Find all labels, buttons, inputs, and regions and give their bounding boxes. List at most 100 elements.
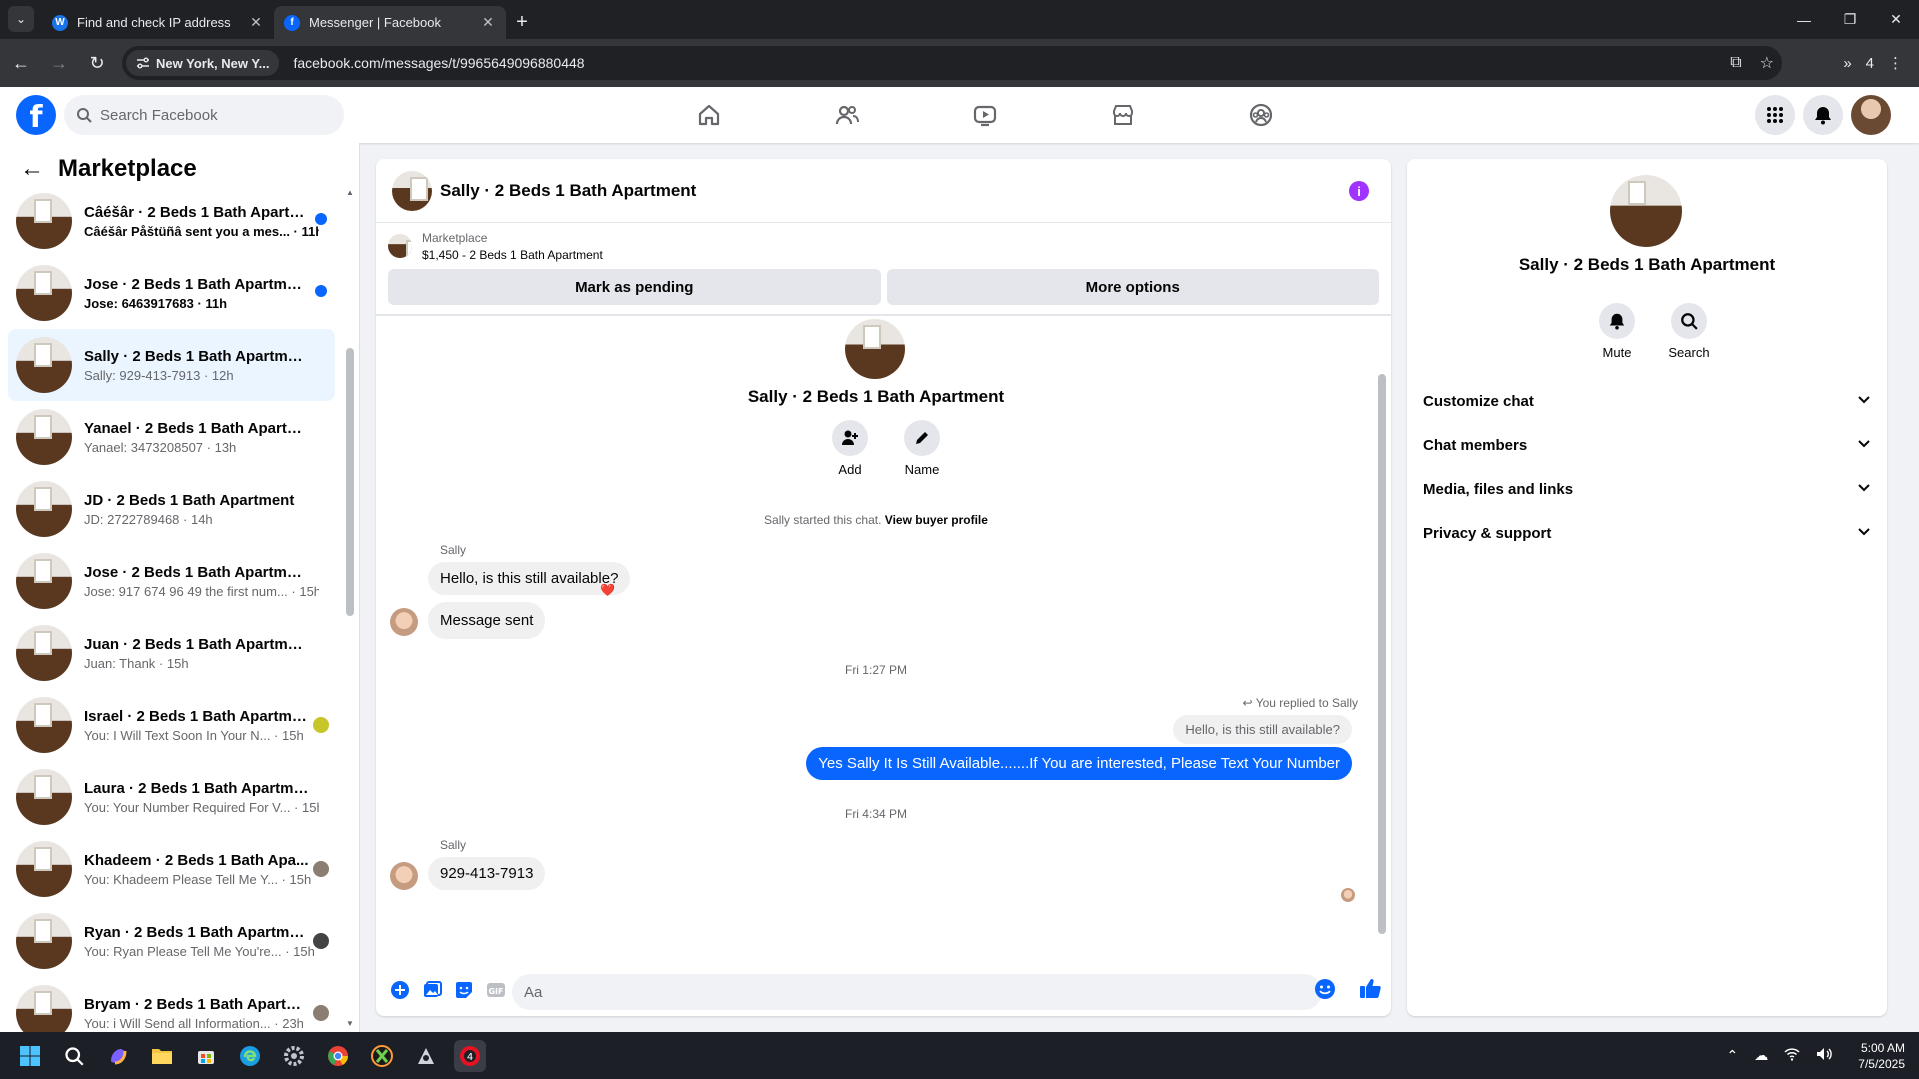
sticker-icon[interactable] bbox=[448, 974, 480, 1006]
windows-start-icon[interactable] bbox=[14, 1040, 46, 1072]
chat-title[interactable]: Sally · 2 Beds 1 Bath Apartment bbox=[440, 181, 696, 201]
list-item[interactable]: Laura · 2 Beds 1 Bath Apartment You: Your… bbox=[8, 761, 335, 833]
thumbs-up-icon[interactable] bbox=[1358, 976, 1382, 1005]
system-clock[interactable]: 5:00 AM 7/5/2025 bbox=[1858, 1040, 1905, 1072]
groups-icon[interactable] bbox=[1192, 87, 1330, 143]
kebab-menu-icon[interactable]: ⋮ bbox=[1888, 54, 1903, 72]
back-arrow-icon[interactable]: ← bbox=[20, 155, 44, 183]
active-app-icon[interactable]: 4 bbox=[454, 1039, 486, 1072]
scrollbar-thumb[interactable] bbox=[1378, 374, 1386, 934]
scroll-down-icon[interactable]: ▼ bbox=[346, 1019, 354, 1028]
wifi-icon[interactable] bbox=[1784, 1047, 1800, 1064]
list-item-active[interactable]: Sally · 2 Beds 1 Bath Apartment Sally: 92… bbox=[8, 329, 335, 401]
marketplace-icon[interactable] bbox=[1054, 87, 1192, 143]
mark-as-pending-button[interactable]: Mark as pending bbox=[388, 269, 881, 305]
friends-icon[interactable] bbox=[778, 87, 916, 143]
copilot-icon[interactable] bbox=[102, 1040, 134, 1072]
list-item[interactable]: JD · 2 Beds 1 Bath Apartment JD: 27227894… bbox=[8, 473, 335, 545]
marketplace-listing-banner[interactable]: Marketplace $1,450 - 2 Beds 1 Bath Apart… bbox=[376, 223, 1391, 269]
list-item[interactable]: Câéšâr · 2 Beds 1 Bath Apartm... Câéšâr P… bbox=[8, 185, 335, 257]
reload-icon[interactable]: ↻ bbox=[80, 46, 114, 80]
extension-count[interactable]: 4 bbox=[1866, 55, 1874, 72]
message-bubble-sent[interactable]: Yes Sally It Is Still Available.......If… bbox=[806, 747, 1352, 780]
browser-tab-messenger[interactable]: f Messenger | Facebook ✕ bbox=[274, 6, 506, 39]
settings-gear-icon[interactable] bbox=[278, 1040, 310, 1072]
video-icon[interactable] bbox=[916, 87, 1054, 143]
list-item[interactable]: Juan · 2 Beds 1 Bath Apartment Juan: Than… bbox=[8, 617, 335, 689]
chevron-double-right-icon[interactable]: » bbox=[1843, 55, 1851, 72]
plus-circle-icon[interactable] bbox=[384, 974, 416, 1006]
chrome-icon[interactable] bbox=[322, 1040, 354, 1072]
list-item[interactable]: Ryan · 2 Beds 1 Bath Apartment You: Ryan … bbox=[8, 905, 335, 977]
message-input[interactable] bbox=[512, 974, 1322, 1010]
close-tab-icon[interactable]: ✕ bbox=[480, 14, 496, 31]
view-buyer-profile-link[interactable]: View buyer profile bbox=[885, 513, 988, 527]
menu-grid-icon[interactable] bbox=[1755, 95, 1795, 135]
xbox-icon[interactable] bbox=[366, 1040, 398, 1072]
gif-icon[interactable]: GIF bbox=[480, 974, 512, 1006]
heart-reaction[interactable]: ❤️ bbox=[600, 583, 615, 597]
sender-avatar[interactable] bbox=[390, 608, 418, 636]
scrollbar-thumb[interactable] bbox=[346, 348, 354, 616]
listing-thumbnail[interactable] bbox=[1610, 175, 1682, 247]
home-icon[interactable] bbox=[640, 87, 778, 143]
message-bubble[interactable]: Message sent bbox=[428, 602, 546, 639]
location-chip-label: New York, New Y... bbox=[156, 55, 270, 71]
more-options-button[interactable]: More options bbox=[886, 269, 1379, 305]
read-receipt-avatar bbox=[1341, 888, 1355, 902]
search-in-chat-button[interactable]: Search bbox=[1659, 303, 1719, 360]
reply-indicator: ↩ You replied to Sally bbox=[1243, 696, 1358, 710]
customize-chat-section[interactable]: Customize chat bbox=[1423, 379, 1875, 423]
facebook-logo-icon[interactable]: f bbox=[16, 95, 56, 135]
privacy-support-section[interactable]: Privacy & support bbox=[1423, 511, 1875, 555]
url-text[interactable]: facebook.com/messages/t/9965649096880448 bbox=[293, 55, 584, 71]
chevron-up-icon[interactable]: ⌃ bbox=[1727, 1047, 1739, 1064]
file-explorer-icon[interactable] bbox=[146, 1040, 178, 1072]
listing-price-title: $1,450 - 2 Beds 1 Bath Apartment bbox=[422, 247, 603, 262]
scroll-up-icon[interactable]: ▲ bbox=[346, 188, 354, 197]
browser-tab-ip[interactable]: W Find and check IP address ✕ bbox=[42, 6, 274, 39]
media-files-links-section[interactable]: Media, files and links bbox=[1423, 467, 1875, 511]
notifications-bell-icon[interactable] bbox=[1803, 95, 1843, 135]
list-item[interactable]: Jose · 2 Beds 1 Bath Apartment Jose: 6463… bbox=[8, 257, 335, 329]
minimize-icon[interactable]: — bbox=[1781, 0, 1827, 39]
chat-members-section[interactable]: Chat members bbox=[1423, 423, 1875, 467]
forward-arrow-icon[interactable]: → bbox=[42, 46, 76, 80]
edge-icon[interactable] bbox=[234, 1040, 266, 1072]
close-window-icon[interactable]: ✕ bbox=[1873, 0, 1919, 39]
list-item[interactable]: Jose · 2 Beds 1 Bath Apartment Jose: 917 … bbox=[8, 545, 335, 617]
listing-thumbnail bbox=[16, 841, 72, 897]
list-item[interactable]: Khadeem · 2 Beds 1 Bath Apa... You: Khade… bbox=[8, 833, 335, 905]
edit-name-button[interactable]: Name bbox=[892, 420, 952, 477]
restore-icon[interactable]: ❐ bbox=[1827, 0, 1873, 39]
volume-icon[interactable] bbox=[1816, 1047, 1833, 1064]
info-icon[interactable]: i bbox=[1349, 181, 1369, 201]
back-arrow-icon[interactable]: ← bbox=[4, 46, 38, 80]
app-icon[interactable] bbox=[410, 1040, 442, 1072]
network-offline-icon[interactable]: ☁ bbox=[1754, 1047, 1768, 1064]
mute-button[interactable]: Mute bbox=[1587, 303, 1647, 360]
site-info-chip[interactable]: New York, New Y... bbox=[126, 50, 280, 76]
add-people-button[interactable]: Add bbox=[820, 420, 880, 477]
facebook-search-input[interactable]: Search Facebook bbox=[64, 95, 344, 135]
chat-avatar[interactable] bbox=[392, 170, 432, 211]
bookmark-star-icon[interactable]: ☆ bbox=[1760, 53, 1774, 73]
photo-icon[interactable] bbox=[416, 974, 448, 1006]
tab-search-dropdown[interactable]: ⌄ bbox=[8, 6, 34, 32]
emoji-icon[interactable] bbox=[1314, 978, 1336, 1005]
quoted-message[interactable]: Hello, is this still available? bbox=[1173, 715, 1352, 744]
list-item[interactable]: Yanael · 2 Beds 1 Bath Apartment Yanael: … bbox=[8, 401, 335, 473]
sender-avatar[interactable] bbox=[390, 862, 418, 890]
install-app-icon[interactable]: ⧉ bbox=[1730, 54, 1741, 72]
omnibox[interactable]: New York, New Y... facebook.com/messages… bbox=[122, 46, 1782, 80]
thread-scrollbar[interactable] bbox=[1377, 322, 1387, 958]
message-bubble[interactable]: 929-413-7913 bbox=[428, 857, 546, 890]
new-tab-button[interactable]: + bbox=[506, 6, 538, 39]
profile-avatar[interactable] bbox=[1851, 95, 1891, 135]
search-icon[interactable] bbox=[58, 1040, 90, 1072]
close-tab-icon[interactable]: ✕ bbox=[248, 14, 264, 31]
list-item[interactable]: Israel · 2 Beds 1 Bath Apartme... You: I … bbox=[8, 689, 335, 761]
sidebar-scrollbar[interactable]: ▲ ▼ bbox=[344, 188, 356, 1028]
list-item[interactable]: Bryam · 2 Beds 1 Bath Apartm... You: i Wi… bbox=[8, 977, 335, 1032]
store-icon[interactable] bbox=[190, 1040, 222, 1072]
